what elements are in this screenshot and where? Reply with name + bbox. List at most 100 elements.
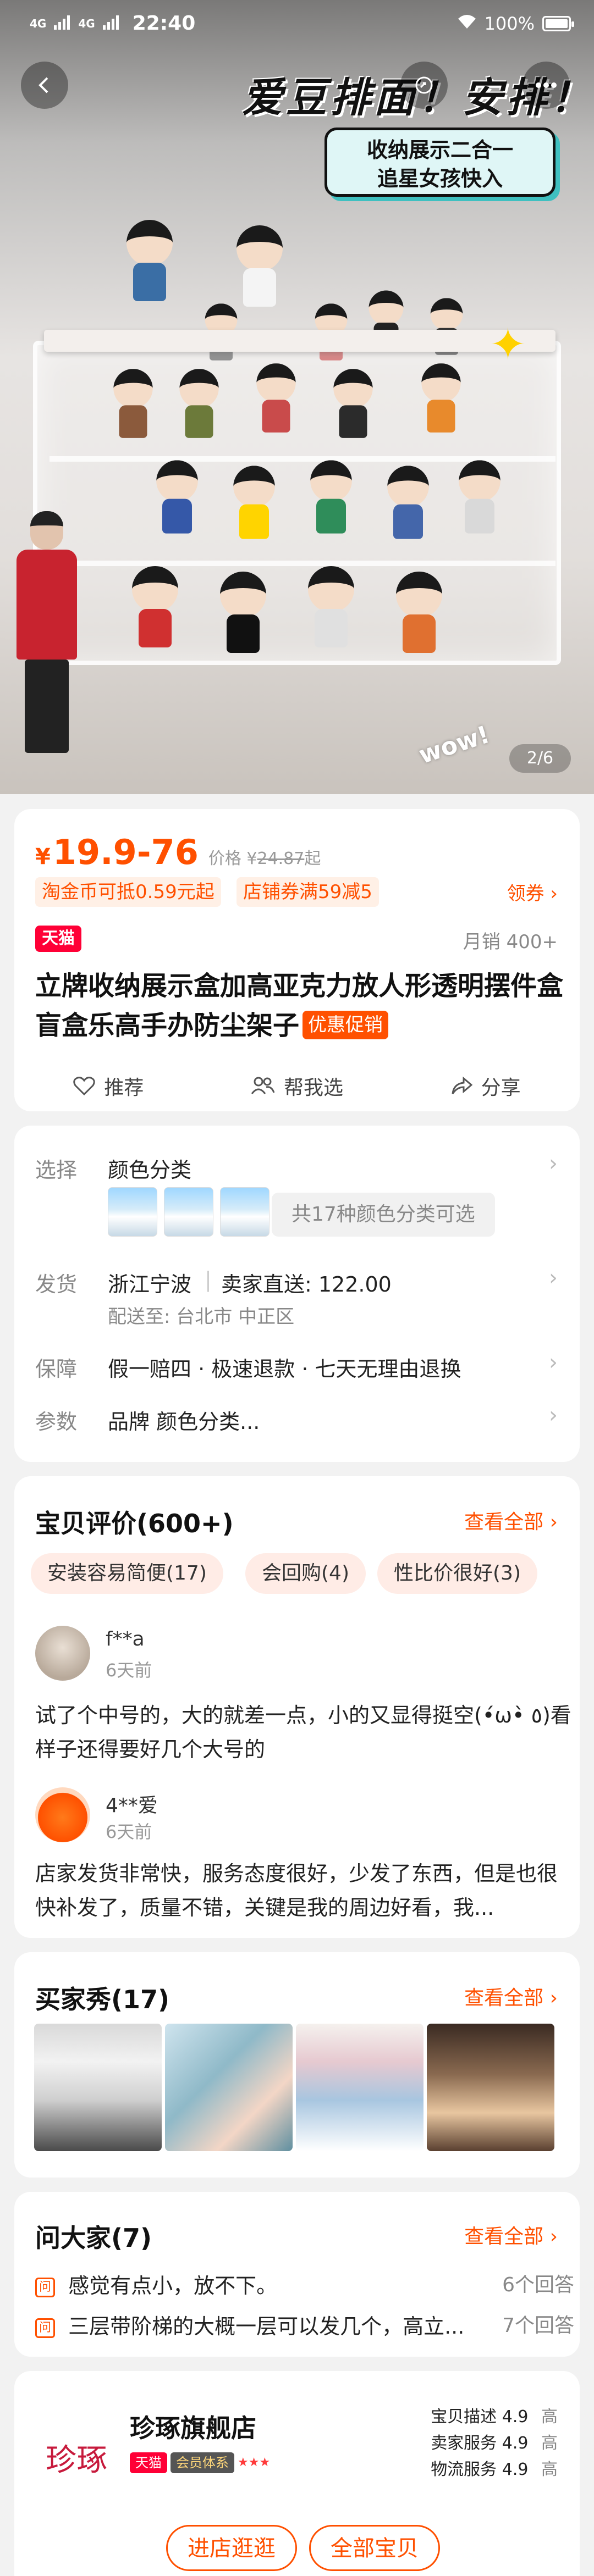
shop-badges: 天猫 会员体系 ★★★ bbox=[130, 2452, 270, 2473]
figure-case-8 bbox=[310, 460, 352, 534]
heart-icon bbox=[73, 1077, 96, 1096]
recommend-button[interactable]: 推荐 bbox=[14, 1072, 203, 1100]
shop-card: 珍琢 珍琢旗舰店 天猫 会员体系 ★★★ 宝贝描述 4.9 高 卖家服务 4.9… bbox=[14, 2371, 580, 2576]
figure-case-14 bbox=[396, 572, 442, 653]
rating-description: 宝贝描述 4.9 高 bbox=[431, 2407, 558, 2427]
ship-to: 配送至: 台北市 中正区 bbox=[108, 1306, 295, 1328]
buyer-show-title: 买家秀(17) bbox=[35, 1985, 170, 2014]
promo-tag[interactable]: 优惠促销 bbox=[302, 1011, 389, 1039]
shop-coupon[interactable]: 店铺券满59减5 bbox=[237, 877, 379, 907]
back-button[interactable] bbox=[21, 62, 68, 109]
figure-case-2 bbox=[179, 369, 219, 438]
signal-bars-icon-2 bbox=[102, 13, 119, 35]
review-text[interactable]: 店家发货非常快，服务态度很好，少发了东西，但是也很快补发了，质量不错，关键是我的… bbox=[35, 1857, 574, 1925]
review-tag-1[interactable]: 安装容易简便(17) bbox=[31, 1553, 223, 1594]
color-thumb-2[interactable] bbox=[164, 1187, 213, 1237]
figure-case-6 bbox=[156, 460, 198, 534]
qa-item[interactable]: 问 感觉有点小，放不下。 6个回答 bbox=[35, 2269, 574, 2298]
avatar bbox=[35, 1626, 90, 1681]
member-badge: 会员体系 bbox=[170, 2452, 234, 2473]
chevron-right-icon: › bbox=[543, 2225, 558, 2248]
chevron-right-icon: › bbox=[549, 1350, 558, 1375]
color-thumb-3[interactable] bbox=[220, 1187, 270, 1237]
case-shelf-2 bbox=[50, 561, 556, 566]
buyer-show-card: 买家秀(17) 查看全部 › bbox=[14, 1952, 580, 2178]
help-choose-button[interactable]: 帮我选 bbox=[203, 1072, 392, 1100]
battery-icon bbox=[542, 16, 574, 31]
reviewer-name: 4**爱 bbox=[106, 1794, 158, 1817]
person-standee bbox=[11, 511, 82, 753]
figure-case-3 bbox=[256, 363, 296, 433]
shop-name[interactable]: 珍琢旗舰店 bbox=[130, 2408, 256, 2445]
image-counter: 2/6 bbox=[509, 744, 571, 773]
review-tag-3[interactable]: 性比价很好(3) bbox=[377, 1553, 537, 1594]
rating-service: 卖家服务 4.9 高 bbox=[431, 2434, 558, 2453]
battery-percent: 100% bbox=[484, 13, 535, 34]
signal-bars-icon bbox=[54, 13, 70, 35]
qa-see-all[interactable]: 查看全部 › bbox=[464, 2220, 558, 2249]
product-image-gallery[interactable]: 4G 4G 22:40 100% 爱豆排面！安排！ 收纳展示二合一 追星女孩快入 bbox=[0, 0, 594, 794]
figure-top-1 bbox=[127, 220, 173, 301]
question-icon: 问 bbox=[35, 2318, 55, 2338]
more-dots-icon bbox=[536, 82, 557, 88]
ship-seller: 卖家直送: 122.00 bbox=[221, 1272, 392, 1297]
figure-case-11 bbox=[132, 566, 178, 647]
chevron-right-icon: › bbox=[550, 883, 558, 905]
buyer-show-image-2[interactable] bbox=[165, 2024, 293, 2151]
wow-sticker: wow! bbox=[415, 720, 493, 770]
review-time: 6天前 bbox=[106, 1660, 152, 1681]
taojinbi-coupon[interactable]: 淘金币可抵0.59元起 bbox=[35, 877, 221, 907]
color-thumb-1[interactable] bbox=[108, 1187, 157, 1237]
question-icon: 问 bbox=[35, 2278, 55, 2297]
signal-4g-2: 4G bbox=[78, 16, 95, 30]
figure-case-9 bbox=[387, 466, 429, 539]
original-price: 24.87 bbox=[257, 849, 305, 868]
qa-answer-count: 7个回答 bbox=[502, 2314, 574, 2337]
share-action-button[interactable]: 分享 bbox=[391, 1072, 580, 1100]
figure-case-10 bbox=[459, 460, 501, 534]
reviewer-name: f**a bbox=[106, 1628, 145, 1650]
signal-4g-1: 4G bbox=[30, 16, 47, 30]
figure-case-7 bbox=[233, 466, 275, 539]
buyer-show-image-4[interactable] bbox=[427, 2024, 554, 2151]
get-coupon-link[interactable]: 领券 › bbox=[507, 878, 558, 905]
share-button[interactable] bbox=[400, 62, 448, 109]
wifi-icon bbox=[457, 13, 477, 34]
figure-case-12 bbox=[220, 572, 266, 653]
review-text[interactable]: 试了个中号的，大的就差一点，小的又显得挺空(•́ω•̀ ٥)看样子还得要好几个大… bbox=[35, 1698, 574, 1766]
buyer-show-image-1[interactable] bbox=[34, 2024, 162, 2151]
more-button[interactable] bbox=[522, 62, 570, 109]
buyer-show-image-3[interactable] bbox=[296, 2024, 424, 2151]
review-tag-2[interactable]: 会回购(4) bbox=[245, 1553, 366, 1594]
specs-card: 选择 颜色分类 › 共17种颜色分类可选 发货 浙江宁波 | 卖家直送: 122… bbox=[14, 1126, 580, 1462]
star-rating: ★★★ bbox=[238, 2456, 271, 2469]
monthly-sales: 月销 400+ bbox=[463, 931, 558, 953]
price-row: ¥ 19.9-76 价格 ¥ 24.87 起 bbox=[35, 832, 321, 872]
chevron-right-icon: › bbox=[549, 1151, 558, 1176]
buyer-show-see-all[interactable]: 查看全部 › bbox=[464, 1982, 558, 2010]
status-bar: 4G 4G 22:40 100% bbox=[0, 0, 594, 49]
reviews-see-all[interactable]: 查看全部 › bbox=[464, 1506, 558, 1534]
reviews-title: 宝贝评价(600+) bbox=[35, 1509, 234, 1538]
figure-case-4 bbox=[333, 369, 373, 438]
share-arrow-icon bbox=[452, 1076, 472, 1094]
reviews-card: 宝贝评价(600+) 查看全部 › 安装容易简便(17) 会回购(4) 性比价很… bbox=[14, 1476, 580, 1938]
figure-case-1 bbox=[113, 369, 153, 438]
sparkle-icon: ✦ bbox=[490, 319, 527, 370]
chevron-right-icon: › bbox=[549, 1265, 558, 1290]
case-lid bbox=[44, 330, 556, 352]
qa-item[interactable]: 问 三层带阶梯的大概一层可以发几个，高立... 7个回答 bbox=[35, 2309, 574, 2339]
product-info-card: ¥ 19.9-76 价格 ¥ 24.87 起 淘金币可抵0.59元起 店铺券满5… bbox=[14, 809, 580, 1111]
users-icon bbox=[251, 1077, 275, 1094]
review-time: 6天前 bbox=[106, 1821, 152, 1842]
qa-card: 问大家(7) 查看全部 › 问 感觉有点小，放不下。 6个回答 问 三层带阶梯的… bbox=[14, 2192, 580, 2357]
tmall-badge: 天猫 bbox=[130, 2452, 167, 2473]
clock: 22:40 bbox=[132, 12, 196, 35]
more-colors-chip[interactable]: 共17种颜色分类可选 bbox=[272, 1193, 495, 1237]
visit-shop-button[interactable]: 进店逛逛 bbox=[166, 2525, 297, 2571]
shop-logo[interactable]: 珍琢 bbox=[35, 2419, 118, 2502]
chevron-left-icon bbox=[38, 77, 48, 93]
price-label: 价格 ¥ bbox=[208, 849, 257, 868]
all-items-button[interactable]: 全部宝贝 bbox=[309, 2525, 440, 2571]
chevron-right-icon: › bbox=[549, 1403, 558, 1428]
